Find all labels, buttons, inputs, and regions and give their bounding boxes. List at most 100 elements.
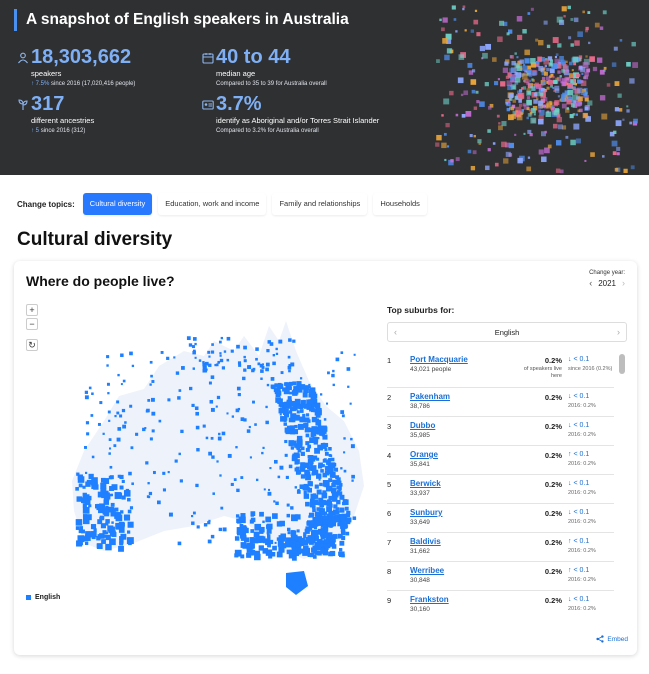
stat-value: 18,303,662: [31, 46, 132, 68]
map-dot: [247, 365, 250, 369]
hero-map-dot: [544, 130, 548, 134]
map-dot: [110, 511, 116, 517]
map-dot: [160, 351, 164, 354]
map-dot: [218, 432, 221, 436]
hero-map-dot: [577, 31, 583, 37]
suburb-link[interactable]: Sunbury: [410, 508, 442, 517]
hero-map-dot: [527, 12, 531, 15]
map-dot: [202, 366, 205, 369]
map-dot: [324, 448, 328, 452]
stat-value: 3.7%: [216, 93, 262, 115]
map-dot: [311, 505, 316, 509]
map-dot: [284, 453, 288, 457]
hero-map-dot: [494, 81, 499, 86]
hero-map-dot: [573, 86, 576, 89]
map-dot: [265, 405, 268, 409]
hero-map-dot: [530, 58, 536, 64]
stat-label: identify as Aboriginal and/or Torres Str…: [216, 116, 380, 125]
hero-map-dot: [633, 118, 638, 124]
hero-map-dot: [573, 17, 579, 23]
map-dot: [351, 479, 354, 482]
language-selector[interactable]: ‹ English ›: [387, 322, 627, 342]
suburb-link[interactable]: Frankston: [410, 595, 449, 604]
map-dot: [287, 531, 291, 535]
map-dot: [195, 411, 200, 416]
australia-map[interactable]: [64, 311, 384, 601]
tab-cultural-diversity[interactable]: Cultural diversity: [82, 193, 153, 215]
stat-sub: ↑ 5 since 2016 (312): [31, 128, 85, 134]
embed-link[interactable]: Embed: [596, 635, 628, 643]
map-dot: [192, 350, 196, 355]
hero-map-dot: [505, 102, 509, 105]
chevron-right-icon[interactable]: ›: [617, 327, 620, 337]
map-dot: [275, 501, 279, 506]
reset-view-button[interactable]: ↻: [26, 339, 38, 351]
suburb-link[interactable]: Werribee: [410, 566, 444, 575]
hero-map-dot: [552, 75, 555, 79]
hero-map-dot: [507, 100, 511, 104]
hero-map-dot: [611, 140, 618, 147]
hero-map-dot: [464, 29, 467, 32]
map-dot: [218, 340, 222, 344]
map-dot: [295, 445, 299, 449]
map-dot: [266, 523, 273, 530]
suburb-link[interactable]: Orange: [410, 450, 438, 459]
map-dot: [328, 495, 334, 501]
suburb-link[interactable]: Dubbo: [410, 421, 435, 430]
hero-map-dot: [560, 97, 565, 102]
hero-map-dot: [537, 56, 543, 62]
map-dot: [328, 467, 334, 473]
tab-education-work-income[interactable]: Education, work and income: [158, 193, 267, 215]
scrollbar-thumb[interactable]: [619, 354, 625, 374]
hero-map-dot: [588, 41, 591, 45]
hero-map-dot: [485, 43, 492, 50]
hero-map-dot: [589, 56, 595, 62]
hero-map-dot: [626, 109, 630, 113]
map-dot: [267, 543, 271, 548]
chevron-left-icon[interactable]: ‹: [394, 327, 397, 337]
hero-map-dot: [561, 6, 567, 12]
map-dot: [259, 511, 264, 517]
hero-map-dot: [611, 62, 617, 67]
suburb-count: 31,662: [410, 548, 430, 555]
hero-map-dot: [458, 54, 465, 60]
map-dot: [108, 419, 111, 422]
suburb-list: 1 Port Macquarie 43,021 people 0.2% ↓ < 0.1 s…: [387, 351, 614, 613]
map-dot: [192, 337, 197, 341]
zoom-in-button[interactable]: +: [26, 304, 38, 316]
map-dot: [321, 464, 325, 468]
hero-map-dot: [443, 98, 450, 105]
hero-map-dot: [470, 79, 477, 85]
map-dot: [106, 355, 110, 359]
map-dot: [304, 469, 309, 475]
map-dot: [250, 529, 255, 533]
map-dot: [265, 367, 269, 372]
map-dot: [275, 397, 281, 403]
next-year-button[interactable]: ›: [619, 278, 628, 288]
hero-map-dot: [524, 58, 530, 64]
map-dot: [121, 495, 126, 500]
suburb-link[interactable]: Baldivis: [410, 537, 441, 546]
suburb-link[interactable]: Port Macquarie: [410, 355, 468, 364]
suburb-change-note: since 2016 (0.2%): [568, 366, 613, 372]
map-dot: [325, 402, 329, 405]
hero-map-dot: [573, 123, 580, 130]
map-dot: [119, 414, 123, 418]
zoom-out-button[interactable]: −: [26, 318, 38, 330]
prev-year-button[interactable]: ‹: [586, 278, 595, 288]
map-dot: [85, 531, 91, 537]
suburb-rank: 9: [387, 596, 392, 605]
map-dot: [273, 500, 276, 503]
hero-map-dot: [546, 86, 550, 90]
map-dot: [240, 535, 247, 541]
tab-family-relationships[interactable]: Family and relationships: [272, 193, 368, 215]
map-dot: [77, 476, 85, 483]
hero-map-dot: [527, 129, 532, 134]
map-dot: [280, 371, 284, 375]
map-dot: [82, 514, 87, 518]
hero-map-dot: [522, 29, 527, 34]
suburb-link[interactable]: Berwick: [410, 479, 441, 488]
tab-households[interactable]: Households: [373, 193, 427, 215]
map-dot: [210, 375, 215, 379]
suburb-link[interactable]: Pakenham: [410, 392, 450, 401]
